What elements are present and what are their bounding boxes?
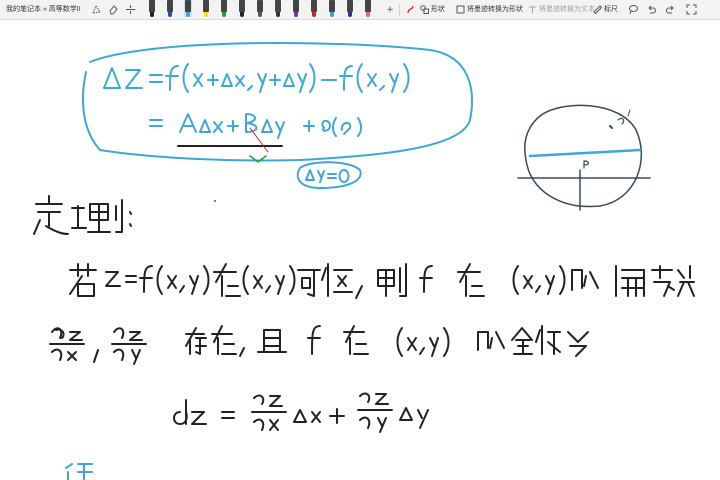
ruler-label: 标尺	[604, 6, 618, 13]
ink-circle-diagram	[517, 104, 651, 211]
ink-blue-annotation	[81, 41, 473, 189]
ink-to-text-button[interactable]: 将墨迹转换为文本	[528, 4, 595, 14]
ink-to-text-icon	[529, 6, 536, 13]
eraser-icon[interactable]	[107, 3, 119, 16]
pen-navy-icon[interactable]	[346, 0, 354, 17]
pen-body	[329, 0, 335, 12]
pen-body	[149, 0, 155, 12]
pen-tip	[330, 12, 334, 17]
ruler-button[interactable]: 标尺	[593, 4, 618, 14]
ink-to-shape-button[interactable]: 将墨迹转换为形状	[456, 4, 523, 14]
pen-body	[311, 0, 317, 12]
pen-green-icon[interactable]	[220, 0, 228, 17]
pen-black2-icon[interactable]	[238, 0, 246, 17]
pen-body	[347, 0, 353, 12]
pen-body	[275, 0, 281, 12]
pen-cyan-icon[interactable]	[328, 0, 336, 17]
pen-tip	[150, 12, 154, 17]
insert-space-icon[interactable]	[124, 3, 136, 16]
pen-tip	[222, 12, 226, 17]
pen-gray-icon[interactable]	[256, 0, 264, 17]
pen-body	[203, 0, 209, 12]
pen-tip	[312, 12, 316, 17]
ink-theorem-line1	[69, 263, 695, 299]
pen-body	[293, 0, 299, 12]
fullscreen-icon[interactable]	[685, 3, 697, 16]
pen-blue-icon[interactable]	[166, 0, 174, 17]
pen-tip	[204, 12, 208, 17]
lasso-icon[interactable]	[627, 3, 639, 16]
ink-canvas[interactable]	[0, 20, 720, 480]
toolbar-separator	[399, 4, 400, 16]
pen-lightblue-icon[interactable]	[184, 0, 192, 17]
pen-tip	[366, 12, 370, 17]
pen-pink-icon[interactable]	[364, 0, 372, 17]
ink-replay-icon[interactable]	[404, 3, 416, 16]
pen-tip	[258, 12, 262, 17]
ink-proof-start	[65, 463, 93, 480]
toolbar: 我的笔记本 » 高等数学II + 形状 将墨迹转换为形状 将墨迹转换为文本 标尺	[0, 0, 720, 20]
ink-to-shape-label: 将墨迹转换为形状	[467, 6, 523, 13]
pen-tip	[240, 12, 244, 17]
window-title: 我的笔记本 » 高等数学II	[6, 6, 81, 13]
lasso-select-icon[interactable]	[90, 3, 102, 16]
pen-purple-icon[interactable]	[292, 0, 300, 17]
pen-yellow-icon[interactable]	[202, 0, 210, 17]
shapes-label: 形状	[431, 6, 445, 13]
pen-darkgray-icon[interactable]	[274, 0, 282, 17]
pen-body	[185, 0, 191, 12]
pen-body	[167, 0, 173, 12]
pen-tip	[276, 12, 280, 17]
redo-icon[interactable]	[664, 3, 676, 16]
undo-icon[interactable]	[645, 3, 657, 16]
pen-tip	[348, 12, 352, 17]
ink-dot	[214, 200, 216, 202]
pen-tip	[294, 12, 298, 17]
ink-to-shape-icon	[456, 5, 465, 13]
pen-black-icon[interactable]	[148, 0, 156, 17]
ink-differential-formula	[173, 392, 429, 433]
pen-body	[221, 0, 227, 12]
pen-body	[365, 0, 371, 12]
ink-to-text-label: 将墨迹转换为文本	[539, 6, 595, 13]
pen-red-icon[interactable]	[310, 0, 318, 17]
pen-tip	[186, 12, 190, 17]
shapes-button[interactable]: 形状	[420, 4, 445, 14]
ink-theorem-line2	[49, 325, 589, 365]
ruler-icon	[593, 4, 602, 14]
pen-tip	[168, 12, 172, 17]
pen-body	[239, 0, 245, 12]
shapes-icon	[420, 4, 429, 14]
ink-theorem-heading	[33, 195, 132, 235]
pen-body	[257, 0, 263, 12]
add-pen-icon[interactable]: +	[384, 3, 396, 16]
